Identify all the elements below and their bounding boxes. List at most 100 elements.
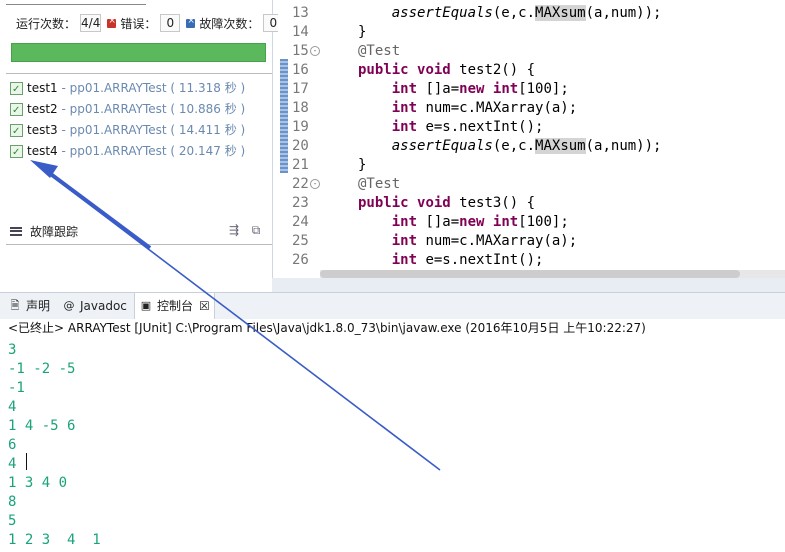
failures-label: 故障次数： — [199, 16, 260, 31]
console-line: 1 2 3 4 1 — [8, 532, 101, 548]
line-number: 18 — [292, 100, 309, 116]
test-passed-icon — [10, 142, 23, 163]
code-text: assertEquals(e,c.MAXsum(a,num)); — [391, 5, 662, 21]
error-icon — [107, 16, 117, 28]
console-line: 8 — [8, 494, 17, 510]
code-line[interactable]: 26 int e=s.nextInt(); — [278, 251, 785, 270]
console-line: -1 -2 -5 — [8, 361, 76, 377]
text-caret — [26, 453, 27, 470]
line-number: 24 — [292, 214, 309, 230]
code-text: assertEquals(e,c.MAXsum(a,num)); — [391, 138, 662, 154]
pane-gap — [272, 278, 785, 292]
test-sep: - — [57, 144, 70, 158]
failure-trace-header: 故障跟踪 ⇶ ⧉ — [10, 222, 268, 240]
test-passed-icon — [10, 79, 23, 100]
code-line[interactable]: 20 assertEquals(e,c.MAXsum(a,num)); — [278, 137, 785, 156]
line-number: 19 — [292, 119, 309, 135]
console-line: 4 — [8, 399, 17, 415]
code-line[interactable]: 19 int e=s.nextInt(); — [278, 118, 785, 137]
code-text: @Test — [358, 43, 401, 59]
code-line[interactable]: 16 public void test2() { — [278, 61, 785, 80]
console-status: <已终止> ARRAYTest [JUnit] C:\Program Files… — [0, 319, 785, 337]
test-row[interactable]: test1 - pp01.ARRAYTest ( 11.318 秒 ) — [10, 78, 272, 100]
code-text: int []a=new int[100]; — [391, 214, 569, 230]
errors-value: 0 — [160, 14, 181, 32]
test-sep: - — [57, 81, 70, 95]
test-name: test1 — [27, 81, 58, 95]
change-ruler — [280, 59, 288, 173]
line-number: 20 — [292, 138, 309, 154]
console-line: 4 — [8, 456, 17, 472]
filter-trace-icon[interactable]: ⇶ — [226, 222, 242, 238]
code-line[interactable]: 15- @Test — [278, 42, 785, 61]
console-line: 1 4 -5 6 — [8, 418, 76, 434]
tab-label: 声明 — [26, 299, 51, 313]
code-text: int e=s.nextInt(); — [391, 119, 544, 135]
code-text: public void test3() { — [358, 195, 536, 211]
code-text: @Test — [358, 176, 401, 192]
line-number: 14 — [292, 24, 309, 40]
failure-trace-label: 故障跟踪 — [30, 224, 79, 239]
console-line: 3 — [8, 342, 17, 358]
test-name: test3 — [27, 123, 58, 137]
code-text: } — [358, 24, 367, 40]
code-text: int []a=new int[100]; — [391, 81, 569, 97]
code-editor[interactable]: 13 assertEquals(e,c.MAXsum(a,num)); 14} 15… — [278, 0, 785, 272]
console-icon: ▣ — [140, 299, 152, 312]
failure-icon — [186, 16, 196, 28]
fold-toggle-icon[interactable]: - — [310, 179, 320, 189]
code-line[interactable]: 25 int num=c.MAXarray(a); — [278, 232, 785, 251]
test-row[interactable]: test4 - pp01.ARRAYTest ( 20.147 秒 ) — [10, 141, 272, 163]
console-line: -1 — [8, 380, 25, 396]
errors-label: 错误： — [120, 16, 157, 31]
code-text: public void test2() { — [358, 62, 536, 78]
line-number: 17 — [292, 81, 309, 97]
console-line: 5 — [8, 513, 17, 529]
line-number: 13 — [292, 5, 309, 21]
test-name: test2 — [27, 102, 58, 116]
tab-label: 控制台 — [157, 299, 194, 313]
runs-value: 4/4 — [80, 14, 102, 32]
line-number: 23 — [292, 195, 309, 211]
divider — [6, 73, 272, 74]
at-icon: @ — [63, 299, 75, 312]
test-row[interactable]: test3 - pp01.ARRAYTest ( 14.411 秒 ) — [10, 120, 272, 142]
compare-icon[interactable]: ⧉ — [248, 222, 264, 238]
runs-label: 运行次数： — [16, 16, 77, 31]
code-line[interactable]: 24 int []a=new int[100]; — [278, 213, 785, 232]
test-passed-icon — [10, 100, 23, 121]
test-class-time: pp01.ARRAYTest ( 14.411 秒 ) — [69, 123, 246, 137]
code-line[interactable]: 21} — [278, 156, 785, 175]
junit-header-cut — [6, 0, 146, 5]
line-number: 26 — [292, 252, 309, 268]
tab-declaration[interactable]: 🗎 声明 — [8, 293, 50, 319]
test-sep: - — [57, 123, 70, 137]
tab-console[interactable]: ▣ 控制台 ☒ — [134, 293, 215, 319]
test-class-time: pp01.ARRAYTest ( 11.318 秒 ) — [69, 81, 246, 95]
code-line[interactable]: 18 int num=c.MAXarray(a); — [278, 99, 785, 118]
code-line[interactable]: 23 public void test3() { — [278, 194, 785, 213]
divider — [6, 244, 272, 245]
code-line[interactable]: 17 int []a=new int[100]; — [278, 80, 785, 99]
test-progress-bar — [11, 43, 266, 62]
console-line: 1 3 4 0 — [8, 475, 68, 491]
test-list: test1 - pp01.ARRAYTest ( 11.318 秒 ) test… — [10, 78, 272, 163]
console-output[interactable]: 3 -1 -2 -5 -1 4 1 4 -5 6 6 4 1 3 4 0 8 5 1 2 3 4 1 — [8, 341, 768, 550]
tab-label: Javadoc — [80, 299, 127, 313]
test-row[interactable]: test2 - pp01.ARRAYTest ( 10.886 秒 ) — [10, 99, 272, 121]
junit-panel: 运行次数： 4/4 错误： 0 故障次数： 0 test1 - pp01.ARR… — [0, 0, 284, 290]
code-line[interactable]: 13 assertEquals(e,c.MAXsum(a,num)); — [278, 4, 785, 23]
line-number: 16 — [292, 62, 309, 78]
code-text: int num=c.MAXarray(a); — [391, 100, 578, 116]
code-line[interactable]: 14} — [278, 23, 785, 42]
test-passed-icon — [10, 121, 23, 142]
console-tab-bar: 🗎 声明 @ Javadoc ▣ 控制台 ☒ — [0, 292, 785, 320]
declaration-icon: 🗎 — [10, 299, 20, 312]
code-line[interactable]: 22- @Test — [278, 175, 785, 194]
close-icon[interactable]: ☒ — [199, 293, 210, 319]
scrollbar-thumb[interactable] — [320, 270, 740, 278]
list-icon — [10, 226, 22, 236]
test-class-time: pp01.ARRAYTest ( 10.886 秒 ) — [69, 102, 246, 116]
fold-toggle-icon[interactable]: - — [310, 46, 320, 56]
tab-javadoc[interactable]: @ Javadoc — [62, 293, 127, 319]
